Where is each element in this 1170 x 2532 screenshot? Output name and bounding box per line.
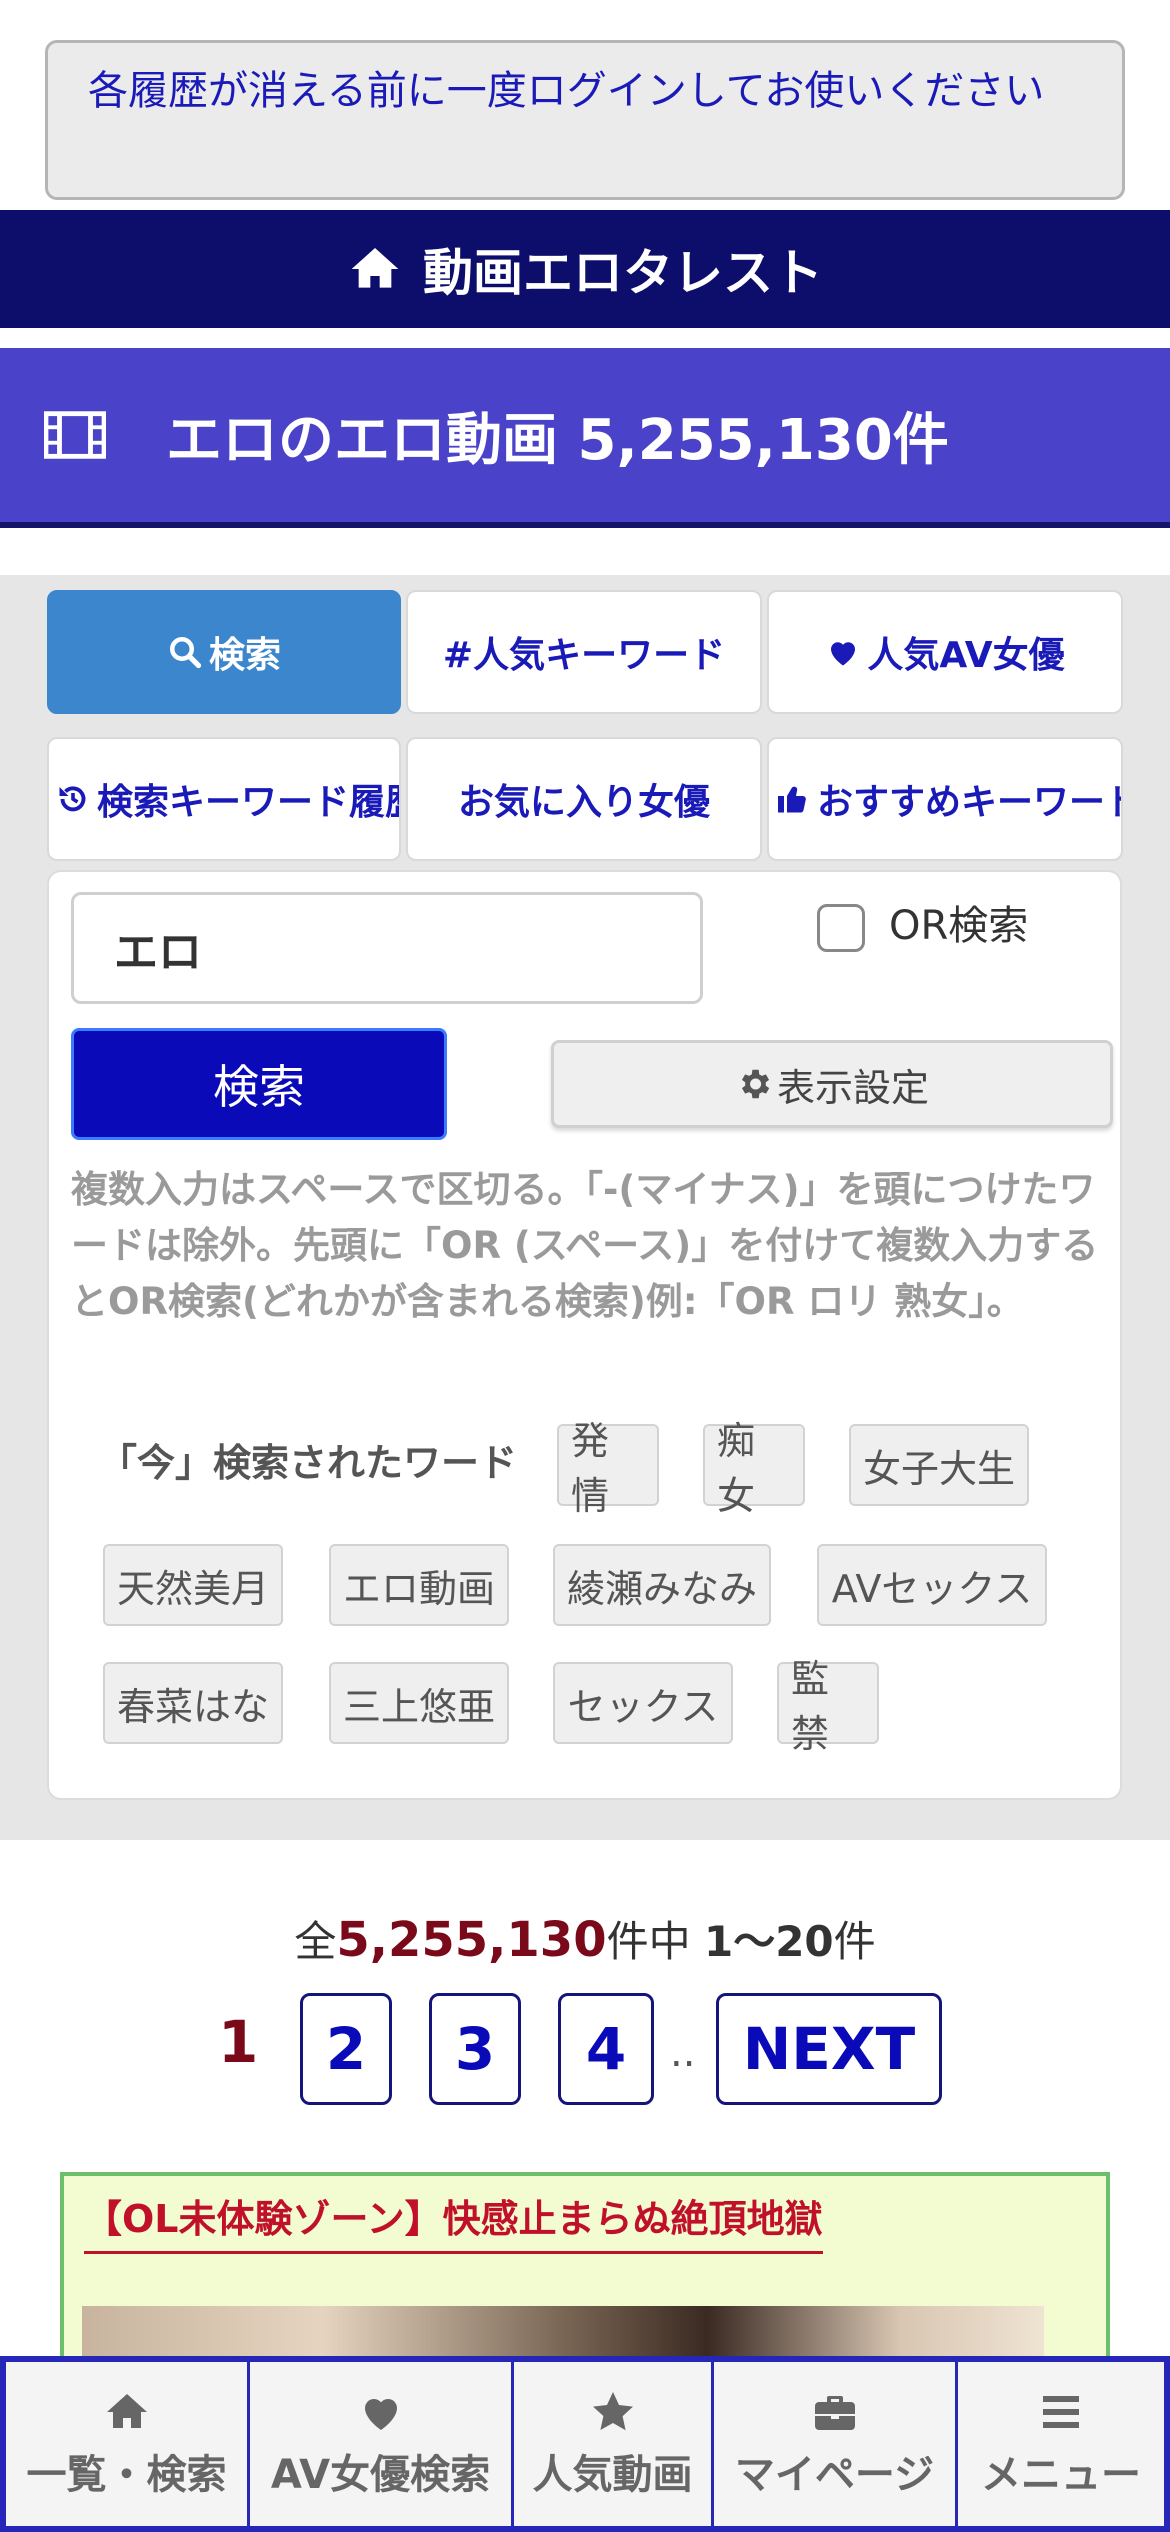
pagination-page-4[interactable]: 4 bbox=[558, 1993, 654, 2105]
keyword-chip[interactable]: セックス bbox=[553, 1662, 733, 1744]
tab-search[interactable]: 検索 bbox=[47, 590, 401, 714]
search-help-text: 複数入力はスペースで区切る。「-(マイナス)」を頭につけたワードは除外。先頭に「… bbox=[71, 1168, 1099, 1323]
nav-actress-search[interactable]: AV女優検索 bbox=[250, 2362, 514, 2526]
keyword-chip[interactable]: 天然美月 bbox=[103, 1544, 283, 1626]
nav-actress-search-label: AV女優検索 bbox=[270, 2452, 491, 2498]
tab-search-history[interactable]: 検索キーワード履歴 bbox=[47, 737, 401, 861]
keyword-chip[interactable]: AVセックス bbox=[817, 1544, 1047, 1626]
keyword-chip[interactable]: 春菜はな bbox=[103, 1662, 283, 1744]
film-icon bbox=[44, 411, 106, 459]
home-icon bbox=[351, 248, 399, 288]
history-icon bbox=[59, 786, 86, 812]
tab-recommended-keywords-label: おすすめキーワード bbox=[817, 782, 1123, 823]
nav-menu[interactable]: メニュー bbox=[958, 2362, 1164, 2526]
tab-popular-keywords[interactable]: #人気キーワード bbox=[406, 590, 762, 714]
tab-popular-keywords-label: #人気キーワード bbox=[442, 635, 726, 676]
keyword-chip[interactable]: 痴女 bbox=[703, 1419, 805, 1518]
search-input[interactable] bbox=[71, 892, 703, 1004]
menu-icon bbox=[1043, 2396, 1079, 2428]
page-title: エロのエロ動画 5,255,130件 bbox=[166, 407, 949, 473]
keyword-chip[interactable]: 綾瀬みなみ bbox=[553, 1544, 771, 1626]
pagination-ellipsis: .. bbox=[670, 2030, 696, 2076]
now-keywords-title: 「今」検索されたワード bbox=[99, 1441, 518, 1485]
video-title[interactable]: 【OL未体験ゾーン】快感止まらぬ絶頂地獄 bbox=[84, 2188, 823, 2254]
result-count-prefix: 全 bbox=[294, 1917, 337, 1966]
site-title: 動画エロタレスト bbox=[423, 244, 823, 302]
display-settings-button[interactable]: 表示設定 bbox=[551, 1040, 1113, 1128]
thumbs-up-icon bbox=[778, 786, 806, 813]
login-notice: 各履歴が消える前に一度ログインしてお使いください bbox=[45, 40, 1125, 200]
login-notice-text: 各履歴が消える前に一度ログインしてお使いください bbox=[88, 68, 1045, 114]
page-title-bar: エロのエロ動画 5,255,130件 bbox=[0, 348, 1170, 528]
result-total: 5,255,130 bbox=[336, 1912, 607, 1968]
gear-icon bbox=[741, 1069, 770, 1099]
nav-my-page-label: マイページ bbox=[734, 2452, 935, 2498]
bottom-nav: 一覧・検索 AV女優検索 人気動画 マイページ メニュー bbox=[0, 2356, 1170, 2532]
tab-popular-actresses-label: 人気AV女優 bbox=[867, 635, 1065, 676]
nav-menu-label: メニュー bbox=[981, 2452, 1141, 2498]
checkbox-box[interactable] bbox=[817, 904, 865, 952]
display-settings-label: 表示設定 bbox=[776, 1065, 929, 1110]
keyword-chip[interactable]: 発情 bbox=[557, 1419, 659, 1518]
search-form: OR検索 検索 表示設定 複数入力はスペースで区切る。「-(マイナス)」を頭につ… bbox=[47, 870, 1122, 1800]
pagination-current: 1 bbox=[218, 2008, 259, 2076]
or-search-checkbox[interactable]: OR検索 bbox=[817, 892, 1028, 952]
or-search-label: OR検索 bbox=[889, 903, 1029, 949]
site-header[interactable]: 動画エロタレスト bbox=[0, 210, 1170, 328]
nav-popular-videos-label: 人気動画 bbox=[532, 2452, 693, 2498]
heart-icon bbox=[364, 2399, 397, 2430]
heart-icon bbox=[831, 642, 856, 666]
star-icon bbox=[592, 2392, 633, 2431]
pagination-page-3[interactable]: 3 bbox=[429, 1993, 521, 2105]
keyword-chip[interactable]: エロ動画 bbox=[329, 1544, 509, 1626]
keyword-chip[interactable]: 女子大生 bbox=[849, 1424, 1029, 1506]
keyword-chip[interactable]: 三上悠亜 bbox=[329, 1662, 509, 1744]
tab-favorite-actresses-label: お気に入り女優 bbox=[457, 782, 710, 823]
nav-list-search-label: 一覧・検索 bbox=[26, 2452, 227, 2498]
tab-popular-actresses[interactable]: 人気AV女優 bbox=[767, 590, 1123, 714]
result-count: 全5,255,130件中 1〜20件 bbox=[0, 1908, 1170, 1969]
keyword-chip[interactable]: 監禁 bbox=[777, 1657, 879, 1756]
result-range: 1〜20 bbox=[703, 1917, 834, 1966]
home-icon bbox=[106, 2394, 147, 2428]
tab-search-label: 検索 bbox=[208, 635, 281, 676]
pagination-next[interactable]: NEXT bbox=[716, 1993, 942, 2105]
briefcase-icon bbox=[814, 2396, 855, 2430]
nav-list-search[interactable]: 一覧・検索 bbox=[6, 2362, 250, 2526]
result-count-suffix: 件 bbox=[833, 1917, 876, 1966]
tab-recommended-keywords[interactable]: おすすめキーワード bbox=[767, 737, 1123, 861]
result-count-mid: 件中 bbox=[606, 1917, 704, 1966]
tab-search-history-label: 検索キーワード履歴 bbox=[97, 782, 401, 823]
pagination-page-2[interactable]: 2 bbox=[300, 1993, 392, 2105]
tab-favorite-actresses[interactable]: お気に入り女優 bbox=[406, 737, 762, 861]
search-button[interactable]: 検索 bbox=[71, 1028, 447, 1140]
nav-my-page[interactable]: マイページ bbox=[714, 2362, 958, 2526]
search-icon bbox=[169, 637, 202, 669]
search-button-label: 検索 bbox=[213, 1060, 305, 1114]
nav-popular-videos[interactable]: 人気動画 bbox=[514, 2362, 714, 2526]
